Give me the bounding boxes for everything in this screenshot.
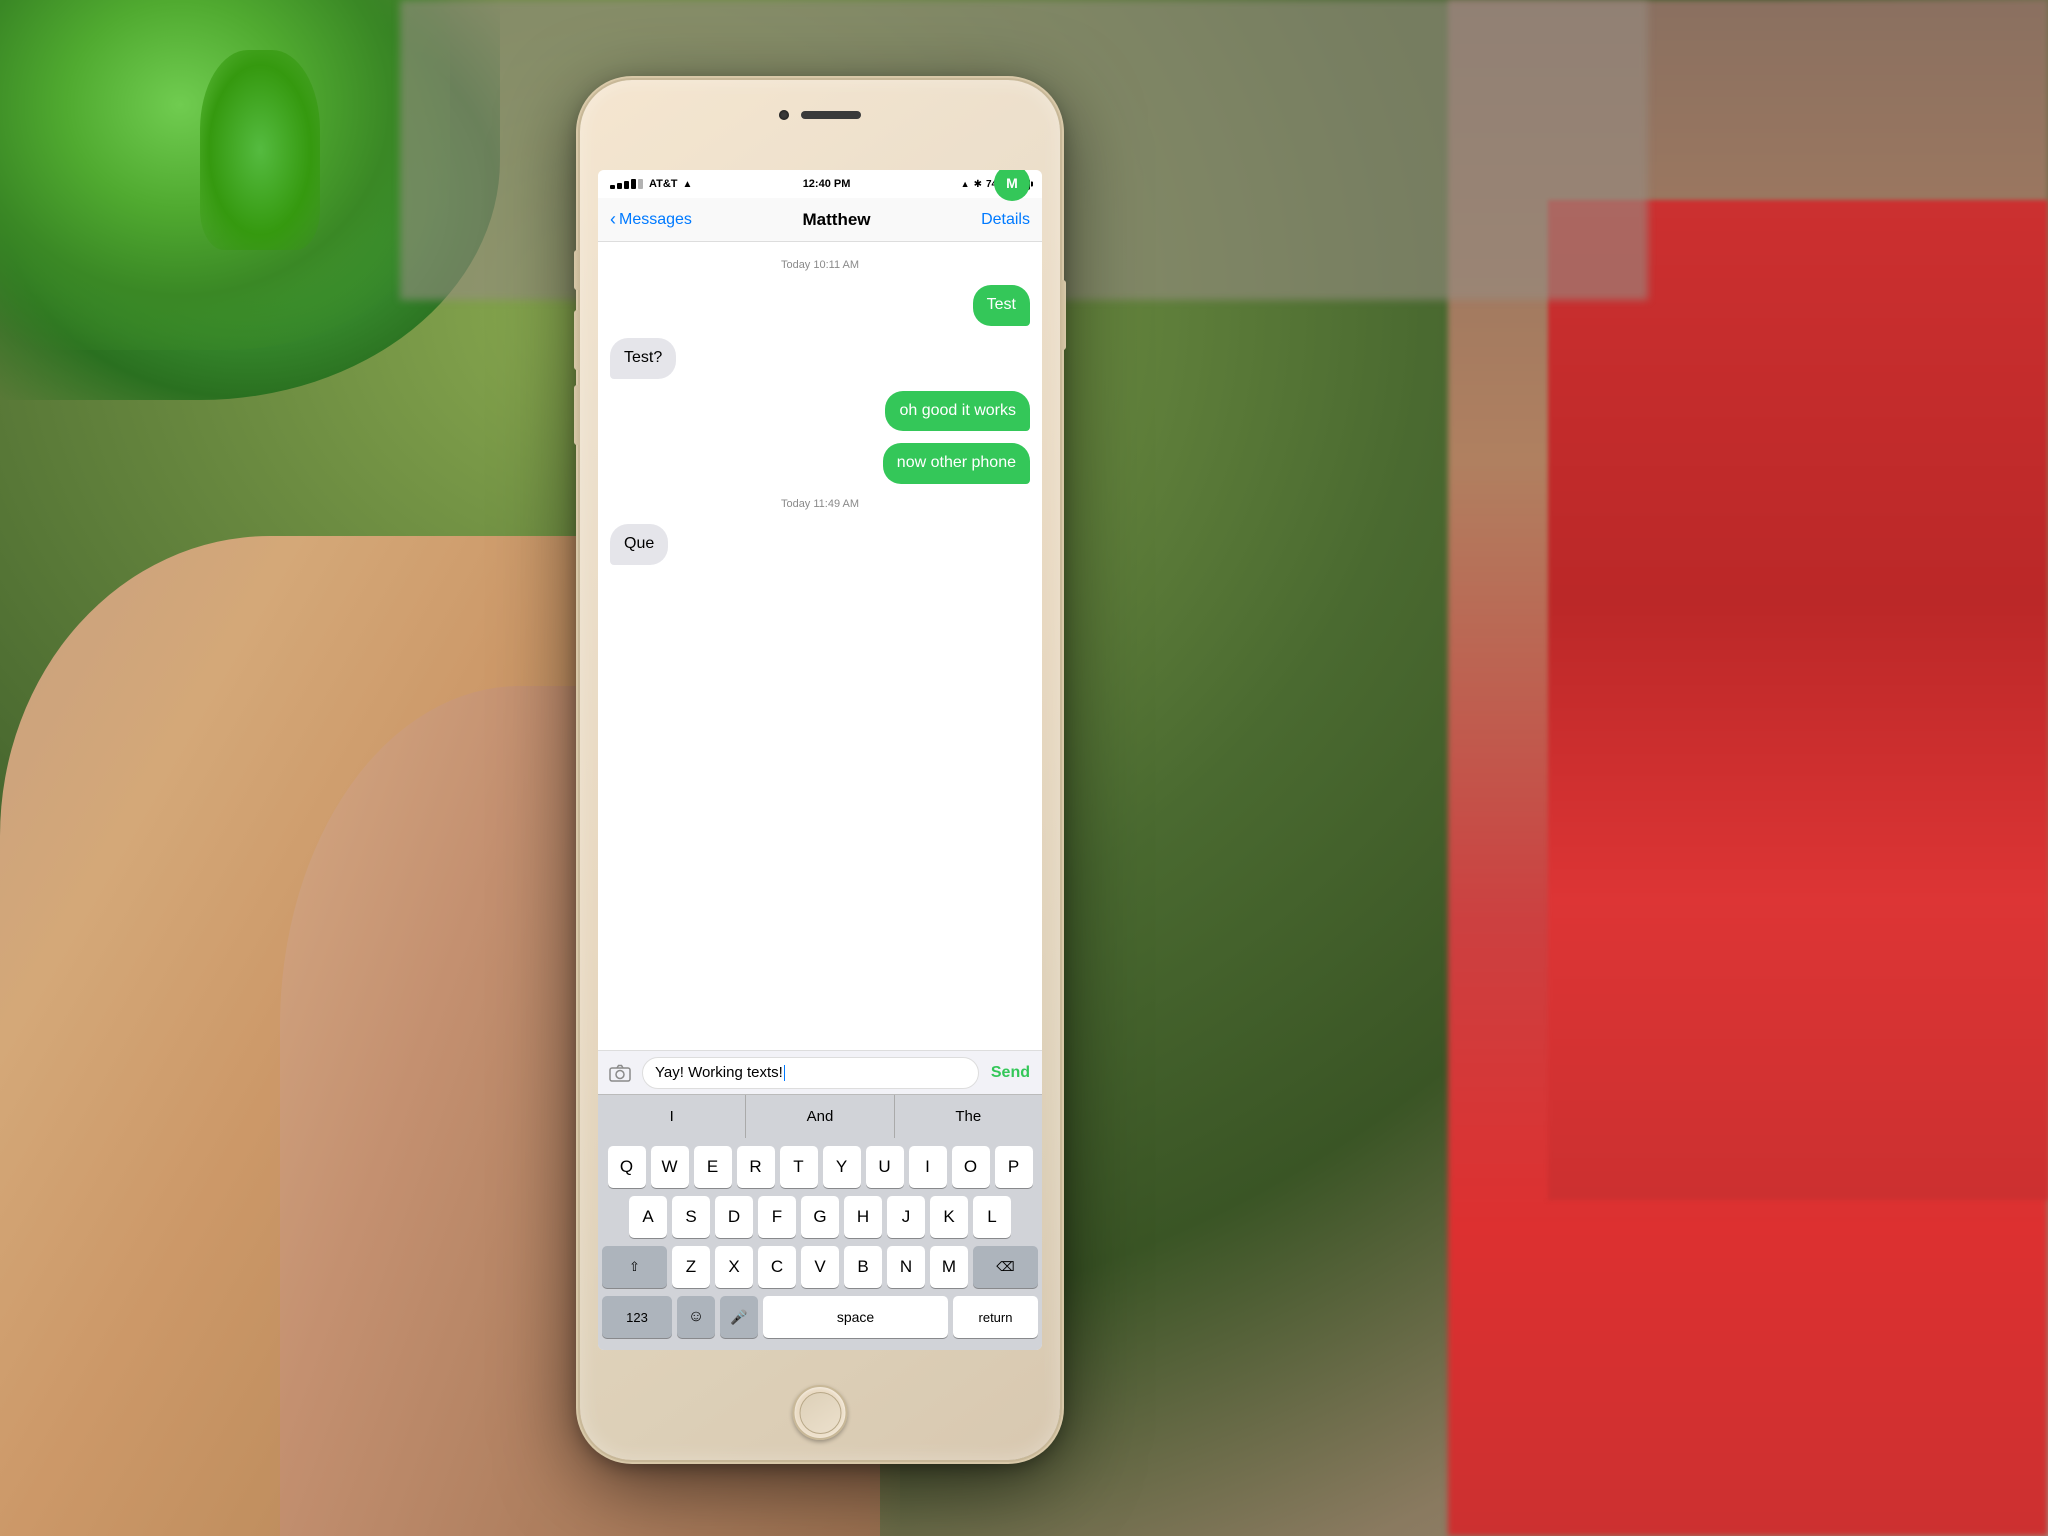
signal-bar-5 [638, 179, 643, 189]
key-L[interactable]: L [973, 1196, 1011, 1238]
key-I[interactable]: I [909, 1146, 947, 1188]
power-button[interactable] [1060, 280, 1066, 350]
message-bubble-sent-2: oh good it works [885, 391, 1030, 432]
keyboard-row-3: ⇧ Z X C V B N M ⌫ [602, 1246, 1038, 1288]
phone-frame: AT&T ▲ 12:40 PM ▲ ✱ 74% [580, 80, 1060, 1460]
signal-bar-4 [631, 179, 636, 189]
key-F[interactable]: F [758, 1196, 796, 1238]
message-bubble-sent-3: now other phone [883, 443, 1030, 484]
home-button-ring [799, 1392, 841, 1434]
volume-down-button[interactable] [574, 385, 580, 445]
phone-screen: AT&T ▲ 12:40 PM ▲ ✱ 74% [598, 170, 1042, 1350]
key-D[interactable]: D [715, 1196, 753, 1238]
key-K[interactable]: K [930, 1196, 968, 1238]
key-G[interactable]: G [801, 1196, 839, 1238]
key-X[interactable]: X [715, 1246, 753, 1288]
key-J[interactable]: J [887, 1196, 925, 1238]
details-button[interactable]: Details [981, 211, 1030, 229]
timestamp-1: Today 10:11 AM [610, 259, 1030, 271]
phone-top-sensors [779, 110, 861, 120]
back-button[interactable]: ‹ Messages [610, 209, 692, 230]
key-W[interactable]: W [651, 1146, 689, 1188]
key-P[interactable]: P [995, 1146, 1033, 1188]
key-H[interactable]: H [844, 1196, 882, 1238]
timestamp-2: Today 11:49 AM [610, 498, 1030, 510]
message-input-bar: Yay! Working texts! Send [598, 1050, 1042, 1094]
input-text: Yay! Working texts! [655, 1064, 783, 1081]
wifi-icon: ▲ [683, 179, 693, 190]
nav-title: Matthew [803, 210, 871, 230]
home-button[interactable] [793, 1385, 848, 1440]
space-key[interactable]: space [763, 1296, 948, 1338]
key-O[interactable]: O [952, 1146, 990, 1188]
message-row: now other phone [610, 443, 1030, 484]
message-row: Test? [610, 338, 1030, 379]
signal-bar-2 [617, 183, 622, 189]
emoji-key[interactable]: ☺ [677, 1296, 715, 1338]
autocomplete-item-3[interactable]: The [895, 1095, 1042, 1138]
message-input-field[interactable]: Yay! Working texts! [642, 1057, 979, 1089]
message-row: oh good it works [610, 391, 1030, 432]
bg-android-body [200, 50, 320, 250]
signal-bar-1 [610, 185, 615, 189]
key-Y[interactable]: Y [823, 1146, 861, 1188]
text-cursor [784, 1065, 786, 1081]
earpiece-speaker [801, 111, 861, 119]
message-bubble-received-1: Test? [610, 338, 676, 379]
key-C[interactable]: C [758, 1246, 796, 1288]
camera-button[interactable] [606, 1059, 634, 1087]
autocomplete-item-2[interactable]: And [746, 1095, 894, 1138]
key-S[interactable]: S [672, 1196, 710, 1238]
key-A[interactable]: A [629, 1196, 667, 1238]
key-R[interactable]: R [737, 1146, 775, 1188]
return-key[interactable]: return [953, 1296, 1038, 1338]
carrier-label: AT&T [649, 178, 678, 190]
status-bar: AT&T ▲ 12:40 PM ▲ ✱ 74% [598, 170, 1042, 198]
autocomplete-item-1[interactable]: I [598, 1095, 746, 1138]
back-chevron-icon: ‹ [610, 209, 616, 230]
key-T[interactable]: T [780, 1146, 818, 1188]
key-V[interactable]: V [801, 1246, 839, 1288]
messages-area: M Today 10:11 AM Test Test? oh good it w… [598, 242, 1042, 1050]
mute-button[interactable] [574, 250, 580, 290]
location-icon: ▲ [961, 179, 970, 189]
signal-bar-3 [624, 181, 629, 189]
key-B[interactable]: B [844, 1246, 882, 1288]
keyboard-row-2: A S D F G H J K L [602, 1196, 1038, 1238]
send-button[interactable]: Send [987, 1064, 1034, 1082]
key-N[interactable]: N [887, 1246, 925, 1288]
message-row: Test [610, 285, 1030, 326]
autocomplete-bar: I And The [598, 1094, 1042, 1138]
key-Z[interactable]: Z [672, 1246, 710, 1288]
navigation-bar: ‹ Messages Matthew Details [598, 198, 1042, 242]
message-bubble-received-2: Que [610, 524, 668, 565]
time-display: 12:40 PM [803, 178, 851, 190]
back-label: Messages [619, 211, 692, 229]
bluetooth-icon: ✱ [974, 179, 982, 190]
key-M[interactable]: M [930, 1246, 968, 1288]
phone-device: AT&T ▲ 12:40 PM ▲ ✱ 74% [580, 80, 1060, 1460]
numbers-key[interactable]: 123 [602, 1296, 672, 1338]
backspace-key[interactable]: ⌫ [973, 1246, 1038, 1288]
signal-strength [610, 179, 643, 189]
message-row: Que [610, 524, 1030, 565]
shift-key[interactable]: ⇧ [602, 1246, 667, 1288]
keyboard-row-1: Q W E R T Y U I O P [602, 1146, 1038, 1188]
front-camera [779, 110, 789, 120]
microphone-key[interactable]: 🎤 [720, 1296, 758, 1338]
volume-up-button[interactable] [574, 310, 580, 370]
message-bubble-sent-1: Test [973, 285, 1030, 326]
status-left: AT&T ▲ [610, 178, 692, 190]
keyboard: Q W E R T Y U I O P A S D F G [598, 1138, 1042, 1350]
key-U[interactable]: U [866, 1146, 904, 1188]
bg-red-object [1548, 200, 2048, 1200]
key-Q[interactable]: Q [608, 1146, 646, 1188]
keyboard-row-4: 123 ☺ 🎤 space return [602, 1296, 1038, 1338]
key-E[interactable]: E [694, 1146, 732, 1188]
